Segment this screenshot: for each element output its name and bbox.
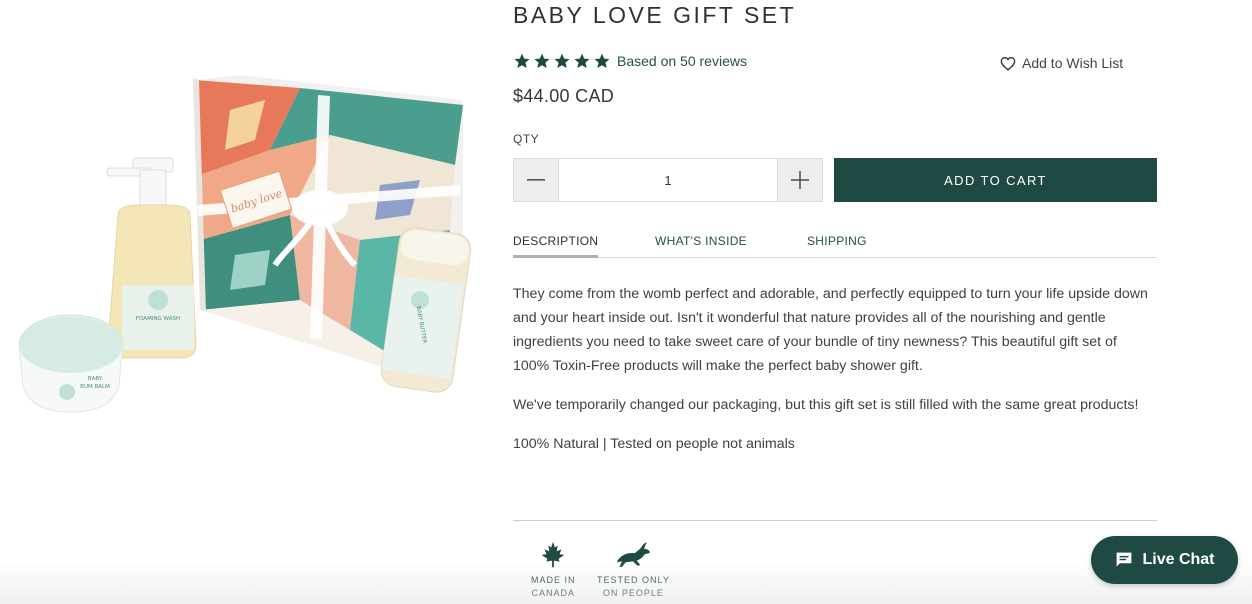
plus-icon — [791, 171, 809, 189]
product-tabs: DESCRIPTION WHAT'S INSIDE SHIPPING — [513, 234, 1157, 258]
live-chat-label: Live Chat — [1142, 551, 1215, 568]
foaming-wash-label: FOAMING WASH — [136, 316, 180, 322]
badge-line: TESTED ONLY — [597, 575, 670, 585]
badge-line: ON PEOPLE — [602, 588, 664, 598]
heart-icon — [1000, 56, 1016, 71]
tab-whats-inside[interactable]: WHAT'S INSIDE — [655, 234, 747, 258]
tested-on-people-badge: TESTED ONLY ON PEOPLE — [597, 540, 670, 600]
product-price: $44.00 CAD — [513, 86, 615, 106]
maple-leaf-icon — [542, 541, 565, 568]
star-icon — [534, 53, 550, 68]
tab-description[interactable]: DESCRIPTION — [513, 234, 599, 258]
rabbit-icon — [617, 542, 651, 567]
quantity-input[interactable] — [558, 159, 778, 201]
star-icon — [594, 53, 610, 68]
divider — [513, 520, 1157, 521]
tab-shipping[interactable]: SHIPPING — [807, 234, 867, 258]
description-paragraph: We've temporarily changed our packaging,… — [513, 397, 1139, 413]
rating[interactable]: Based on 50 reviews — [513, 52, 747, 70]
quantity-label: QTY — [513, 132, 540, 146]
quantity-decrement-button[interactable] — [514, 159, 558, 201]
add-to-wishlist-button[interactable]: Add to Wish List — [1000, 55, 1123, 71]
star-icon — [554, 53, 570, 68]
bum-balm-label-2: BUM BALM — [80, 384, 110, 390]
live-chat-button[interactable]: Live Chat — [1091, 536, 1238, 584]
add-to-cart-button[interactable]: ADD TO CART — [834, 158, 1157, 202]
product-image[interactable]: baby love FOAMING WASH BABY BUTTER BABY … — [0, 0, 490, 604]
star-icon — [574, 53, 590, 68]
wishlist-label: Add to Wish List — [1022, 55, 1124, 71]
quantity-stepper — [513, 158, 823, 202]
minus-icon — [527, 179, 545, 181]
reviews-link[interactable]: Based on 50 reviews — [617, 53, 747, 69]
description-paragraph: 100% Natural | Tested on people not anim… — [513, 436, 795, 452]
chat-bubble-icon — [1117, 552, 1132, 567]
product-description: They come from the womb perfect and ador… — [513, 282, 1157, 471]
badge-line: CANADA — [531, 588, 576, 598]
badge-line: MADE IN — [531, 575, 576, 585]
quantity-increment-button[interactable] — [778, 159, 822, 201]
description-paragraph: They come from the womb perfect and ador… — [513, 286, 1148, 374]
bum-balm-label-1: BABY — [88, 376, 103, 382]
made-in-canada-badge: MADE IN CANADA — [531, 540, 576, 600]
star-icon — [514, 53, 530, 68]
product-title: BABY LOVE GIFT SET — [513, 2, 797, 28]
